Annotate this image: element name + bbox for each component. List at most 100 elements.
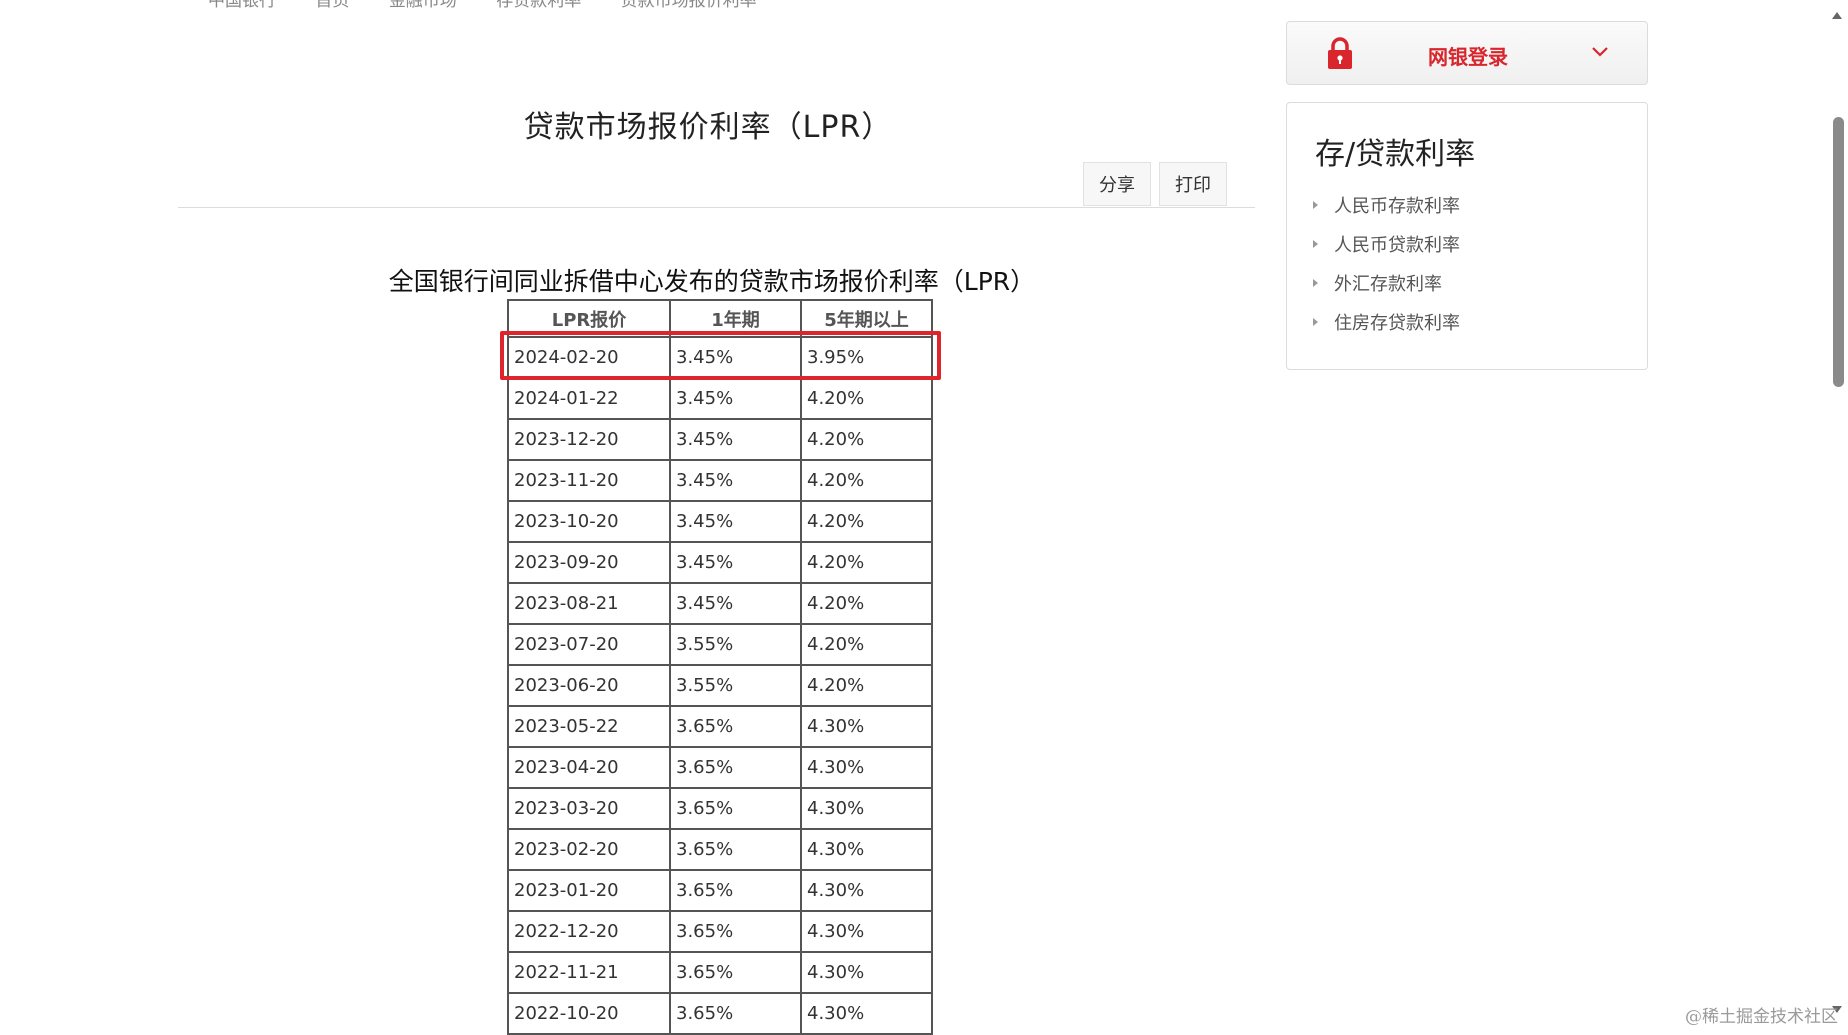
table-row: 2023-05-22 3.65% 4.30% — [507, 705, 933, 748]
breadcrumb-item[interactable]: 金融市场 — [389, 0, 457, 11]
cell-5y-rate: 4.30% — [800, 705, 933, 748]
rates-link-rmb-deposit[interactable]: 人民币存款利率 — [1313, 185, 1460, 224]
page-title: 贷款市场报价利率（LPR） — [523, 110, 893, 145]
share-button[interactable]: 分享 — [1083, 162, 1151, 206]
cell-5y-rate: 4.30% — [800, 992, 933, 1035]
cell-1y-rate: 3.65% — [669, 992, 802, 1035]
cell-1y-rate: 3.65% — [669, 951, 802, 994]
rates-panel: 存/贷款利率 人民币存款利率 人民币贷款利率 外汇存款利率 住房存贷款利率 — [1286, 102, 1648, 370]
table-body: 2024-02-20 3.45% 3.95% 2024-01-22 3.45% 4.20%… — [507, 336, 933, 1035]
cell-date: 2023-07-20 — [507, 623, 671, 666]
scroll-up-arrow-icon[interactable] — [1832, 12, 1842, 19]
scroll-thumb[interactable] — [1833, 117, 1844, 387]
breadcrumb-item: 贷款市场报价利率 — [620, 0, 757, 11]
rates-link-label: 人民币存款利率 — [1334, 195, 1460, 217]
cell-5y-rate: 4.30% — [800, 951, 933, 994]
cell-5y-rate: 4.20% — [800, 459, 933, 502]
vertical-scrollbar[interactable] — [1826, 0, 1848, 1029]
rates-title: 存/贷款利率 — [1315, 137, 1476, 172]
cell-date: 2023-12-20 — [507, 418, 671, 461]
cell-5y-rate: 4.20% — [800, 377, 933, 420]
cell-date: 2022-10-20 — [507, 992, 671, 1035]
triangle-bullet-icon — [1313, 278, 1318, 287]
watermark: @稀土掘金技术社区 — [1685, 1007, 1838, 1027]
cell-5y-rate: 4.30% — [800, 869, 933, 912]
cell-5y-rate: 4.20% — [800, 418, 933, 461]
cell-1y-rate: 3.45% — [669, 459, 802, 502]
column-header-date: LPR报价 — [507, 299, 671, 338]
cell-date: 2023-11-20 — [507, 459, 671, 502]
column-header-5y: 5年期以上 — [800, 299, 933, 338]
cell-date: 2023-02-20 — [507, 828, 671, 871]
table-header-row: LPR报价 1年期 5年期以上 — [507, 299, 933, 338]
cell-1y-rate: 3.55% — [669, 664, 802, 707]
table-row: 2023-03-20 3.65% 4.30% — [507, 787, 933, 830]
cell-date: 2023-09-20 — [507, 541, 671, 584]
cell-1y-rate: 3.65% — [669, 828, 802, 871]
print-button[interactable]: 打印 — [1159, 162, 1227, 206]
table-row: 2023-11-20 3.45% 4.20% — [507, 459, 933, 502]
cell-1y-rate: 3.65% — [669, 869, 802, 912]
cell-1y-rate: 3.45% — [669, 418, 802, 461]
divider — [178, 207, 1255, 208]
cell-date: 2022-11-21 — [507, 951, 671, 994]
table-title: 全国银行间同业拆借中心发布的贷款市场报价利率（LPR） — [388, 267, 1036, 296]
table-row: 2023-02-20 3.65% 4.30% — [507, 828, 933, 871]
cell-date: 2023-10-20 — [507, 500, 671, 543]
rates-link-fx-deposit[interactable]: 外汇存款利率 — [1313, 263, 1460, 302]
table-row: 2023-10-20 3.45% 4.20% — [507, 500, 933, 543]
breadcrumb-item[interactable]: 首页 — [315, 0, 349, 11]
cell-date: 2023-05-22 — [507, 705, 671, 748]
table-row: 2023-08-21 3.45% 4.20% — [507, 582, 933, 625]
cell-5y-rate: 4.30% — [800, 910, 933, 953]
rates-link-label: 住房存贷款利率 — [1334, 312, 1460, 334]
lpr-table: LPR报价 1年期 5年期以上 2024-02-20 3.45% 3.95% 2024… — [507, 299, 933, 1035]
chevron-down-icon — [1592, 47, 1608, 57]
cell-1y-rate: 3.65% — [669, 705, 802, 748]
rates-link-label: 外汇存款利率 — [1334, 273, 1442, 295]
rates-link-rmb-loan[interactable]: 人民币贷款利率 — [1313, 224, 1460, 263]
breadcrumb: 中国银行 首页 金融市场 存贷款利率 贷款市场报价利率 — [208, 0, 791, 11]
rates-link-label: 人民币贷款利率 — [1334, 234, 1460, 256]
triangle-bullet-icon — [1313, 200, 1318, 209]
cell-1y-rate: 3.45% — [669, 336, 802, 379]
cell-date: 2024-01-22 — [507, 377, 671, 420]
cell-date: 2023-08-21 — [507, 582, 671, 625]
cell-1y-rate: 3.45% — [669, 582, 802, 625]
table-row: 2023-07-20 3.55% 4.20% — [507, 623, 933, 666]
cell-1y-rate: 3.45% — [669, 377, 802, 420]
table-row: 2022-12-20 3.65% 4.30% — [507, 910, 933, 953]
breadcrumb-item[interactable]: 存贷款利率 — [496, 0, 581, 11]
cell-date: 2022-12-20 — [507, 910, 671, 953]
cell-1y-rate: 3.65% — [669, 787, 802, 830]
cell-date: 2023-03-20 — [507, 787, 671, 830]
cell-1y-rate: 3.55% — [669, 623, 802, 666]
cell-5y-rate: 4.20% — [800, 541, 933, 584]
cell-5y-rate: 4.30% — [800, 787, 933, 830]
cell-5y-rate: 3.95% — [800, 336, 933, 379]
cell-date: 2024-02-20 — [507, 336, 671, 379]
online-banking-login-button[interactable]: 网银登录 — [1286, 21, 1648, 85]
table-row: 2024-01-22 3.45% 4.20% — [507, 377, 933, 420]
cell-5y-rate: 4.20% — [800, 623, 933, 666]
breadcrumb-item[interactable]: 中国银行 — [208, 0, 276, 11]
cell-5y-rate: 4.20% — [800, 500, 933, 543]
column-header-1y: 1年期 — [669, 299, 802, 338]
triangle-bullet-icon — [1313, 239, 1318, 248]
cell-5y-rate: 4.20% — [800, 582, 933, 625]
table-row: 2023-04-20 3.65% 4.30% — [507, 746, 933, 789]
cell-date: 2023-04-20 — [507, 746, 671, 789]
cell-date: 2023-06-20 — [507, 664, 671, 707]
triangle-bullet-icon — [1313, 317, 1318, 326]
table-row: 2023-06-20 3.55% 4.20% — [507, 664, 933, 707]
table-row: 2024-02-20 3.45% 3.95% — [507, 336, 933, 379]
cell-1y-rate: 3.65% — [669, 746, 802, 789]
table-row: 2022-11-21 3.65% 4.30% — [507, 951, 933, 994]
rates-list: 人民币存款利率 人民币贷款利率 外汇存款利率 住房存贷款利率 — [1313, 185, 1460, 341]
cell-5y-rate: 4.20% — [800, 664, 933, 707]
cell-1y-rate: 3.45% — [669, 500, 802, 543]
table-row: 2023-12-20 3.45% 4.20% — [507, 418, 933, 461]
cell-5y-rate: 4.30% — [800, 746, 933, 789]
table-row: 2023-09-20 3.45% 4.20% — [507, 541, 933, 584]
rates-link-housing[interactable]: 住房存贷款利率 — [1313, 302, 1460, 341]
